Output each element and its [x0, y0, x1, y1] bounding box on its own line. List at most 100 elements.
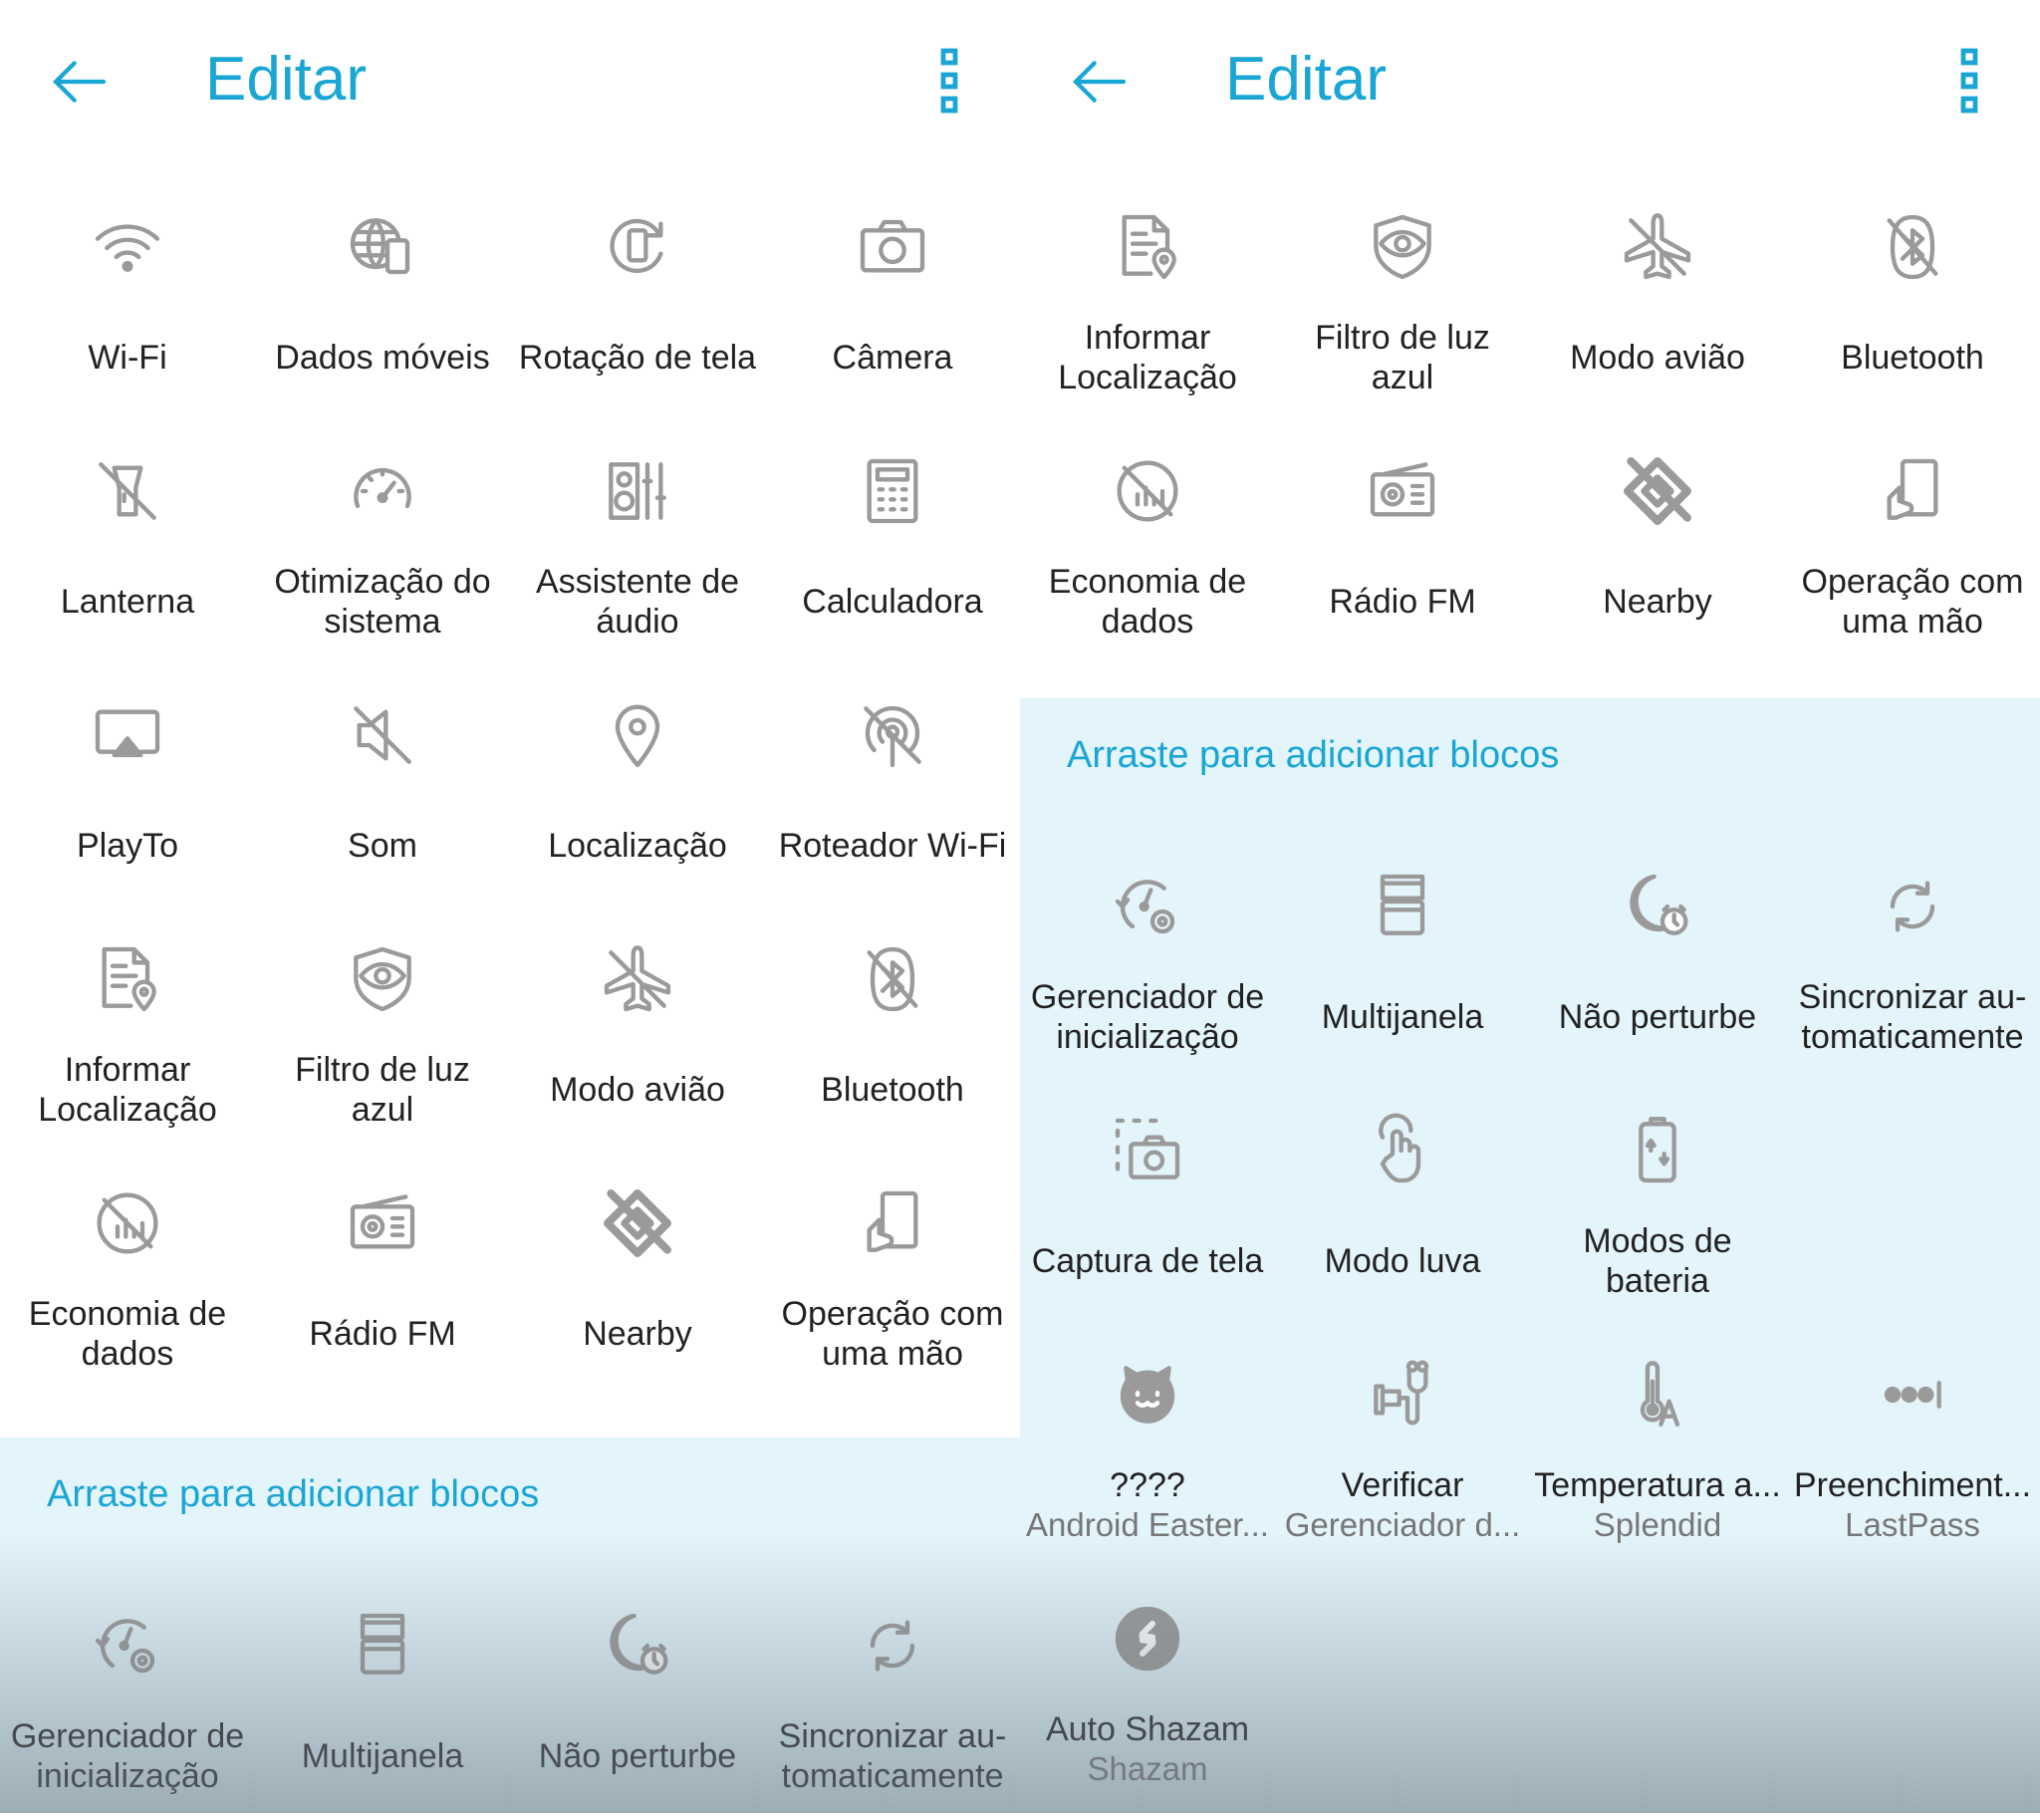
tile-flashlight-off[interactable]: Lanterna	[0, 421, 255, 665]
eye-shield-icon	[343, 939, 422, 1019]
tile-app-name: LastPass	[1845, 1505, 1980, 1543]
tile-glove[interactable]: Modo luva	[1275, 1081, 1530, 1325]
tile-label: Nearby	[583, 1314, 692, 1353]
tile-label: Otimização do sistema	[274, 562, 491, 641]
tile-cast[interactable]: PlayTo	[0, 665, 255, 910]
tile-speedometer[interactable]: Otimização do sistema	[255, 421, 510, 665]
tile-one-hand[interactable]: Operação com uma mão	[765, 1154, 1020, 1398]
tile-label-block: Economia de dados	[0, 1281, 255, 1386]
tile-report-location[interactable]: Informar Localização	[1020, 177, 1275, 421]
tile-thermometer[interactable]: Temperatura a... Splendid	[1530, 1325, 1785, 1569]
multiwindow-icon	[343, 1606, 422, 1686]
tile-cat[interactable]: ???? Android Easter...	[1020, 1325, 1275, 1569]
tile-stethoscope[interactable]: Verificar Gerenciador d...	[1275, 1325, 1530, 1569]
arrow-left-icon[interactable]	[48, 50, 112, 114]
tile-label-block: Operação com uma mão	[1785, 549, 2040, 653]
sync-icon	[853, 1606, 932, 1686]
active-tiles-grid: Informar Localização Filtro de luz azul Mo…	[1020, 177, 2040, 665]
tile-label: ????	[1110, 1465, 1185, 1504]
tile-sync[interactable]: Sincronizar au- tomaticamente	[1785, 837, 2040, 1081]
tile-screenshot[interactable]: Captura de tela	[1020, 1081, 1275, 1325]
tile-nearby[interactable]: Nearby	[510, 1154, 765, 1398]
tile-startup[interactable]: Gerenciador de inicialização	[1020, 837, 1275, 1081]
more-vert-icon[interactable]	[1951, 48, 1987, 114]
tile-label-block: Economia de dados	[1020, 549, 1275, 653]
tile-bluetooth-off[interactable]: Bluetooth	[765, 910, 1020, 1154]
tile-label: Multijanela	[1321, 997, 1484, 1036]
tile-eye-shield[interactable]: Filtro de luz azul	[1275, 177, 1530, 421]
more-vert-icon[interactable]	[931, 48, 967, 114]
tile-label-block: Localização	[510, 793, 765, 898]
tile-data-saver[interactable]: Economia de dados	[0, 1154, 255, 1398]
page-title: Editar	[205, 45, 367, 114]
drag-to-add-area: Arraste para adicionar blocos Gerenciado…	[0, 1437, 1020, 1813]
tile-report-location[interactable]: Informar Localização	[0, 910, 255, 1154]
tile-label-block: Calculadora	[765, 549, 1020, 653]
tile-multiwindow[interactable]: Multijanela	[1275, 837, 1530, 1081]
tile-label-block: Som	[255, 793, 510, 898]
tile-label: Modo luva	[1324, 1241, 1481, 1280]
tile-sync[interactable]: Sincronizar au- tomaticamente	[765, 1576, 1020, 1820]
tile-label: Dados móveis	[275, 338, 490, 377]
tile-app-name: Android Easter...	[1026, 1505, 1269, 1543]
tile-label-block: Modo avião	[1530, 305, 1785, 409]
tile-label: Rádio FM	[1329, 582, 1476, 621]
tile-airplane[interactable]: Modo avião	[1530, 177, 1785, 421]
tile-moon-alarm[interactable]: Não perturbe	[1530, 837, 1785, 1081]
tile-label-block: Câmera	[765, 305, 1020, 409]
available-tiles-grid: Gerenciador de inicialização Multijanela N…	[0, 1576, 1020, 1820]
tile-nearby[interactable]: Nearby	[1530, 421, 1785, 665]
tile-lastpass[interactable]: Preenchiment... LastPass	[1785, 1325, 2040, 1569]
drag-to-add-area: Arraste para adicionar blocos Gerenciado…	[1020, 698, 2040, 1813]
flashlight-off-icon	[88, 451, 167, 531]
tile-radio[interactable]: Rádio FM	[1275, 421, 1530, 665]
tile-audio[interactable]: Assistente de áudio	[510, 421, 765, 665]
tile-location[interactable]: Localização	[510, 665, 765, 910]
tile-label: Informar Localização	[38, 1050, 217, 1129]
tile-sound-off[interactable]: Som	[255, 665, 510, 910]
available-tiles-grid: Gerenciador de inicialização Multijanela N…	[1020, 837, 2040, 1813]
tile-wifi[interactable]: Wi-Fi	[0, 177, 255, 421]
tile-radio[interactable]: Rádio FM	[255, 1154, 510, 1398]
tile-label: Lanterna	[60, 582, 195, 621]
tile-label: Economia de dados	[1048, 562, 1247, 641]
moon-alarm-icon	[598, 1606, 677, 1686]
thermometer-icon	[1618, 1355, 1697, 1434]
tile-calculator[interactable]: Calculadora	[765, 421, 1020, 665]
tile-multiwindow[interactable]: Multijanela	[255, 1576, 510, 1820]
tile-label-block: Nearby	[1530, 549, 1785, 653]
tile-one-hand[interactable]: Operação com uma mão	[1785, 421, 2040, 665]
tile-startup[interactable]: Gerenciador de inicialização	[0, 1576, 255, 1820]
tile-label: Modo avião	[550, 1070, 725, 1109]
tile-airplane[interactable]: Modo avião	[510, 910, 765, 1154]
tile-label: Operação com uma mão	[1801, 562, 2024, 641]
tile-camera[interactable]: Câmera	[765, 177, 1020, 421]
tile-rotate[interactable]: Rotação de tela	[510, 177, 765, 421]
tile-shazam[interactable]: Auto Shazam Shazam	[1020, 1569, 1275, 1813]
tile-label-block: Sincronizar au- tomaticamente	[1785, 964, 2040, 1069]
cat-icon	[1108, 1355, 1187, 1434]
tile-label-block: Modo avião	[510, 1037, 765, 1142]
tile-data-saver[interactable]: Economia de dados	[1020, 421, 1275, 665]
arrow-left-icon[interactable]	[1068, 50, 1132, 114]
tile-label: Rotação de tela	[518, 338, 757, 377]
tile-hotspot-off[interactable]: Roteador Wi-Fi	[765, 665, 1020, 910]
tile-label-block: Verificar Gerenciador d...	[1275, 1452, 1530, 1557]
tile-label-block: Filtro de luz azul	[1275, 305, 1530, 409]
drag-header: Arraste para adicionar blocos	[1067, 734, 1560, 776]
tile-label: Gerenciador de inicialização	[10, 1716, 245, 1795]
tile-globe-phone[interactable]: Dados móveis	[255, 177, 510, 421]
tile-label-block: Informar Localização	[0, 1037, 255, 1142]
tile-moon-alarm[interactable]: Não perturbe	[510, 1576, 765, 1820]
airplane-icon	[598, 939, 677, 1019]
tile-battery[interactable]: Modos de bateria	[1530, 1081, 1785, 1325]
tile-label: Economia de dados	[28, 1294, 227, 1373]
tile-eye-shield[interactable]: Filtro de luz azul	[255, 910, 510, 1154]
startup-icon	[88, 1606, 167, 1686]
tile-label-block: Bluetooth	[1785, 305, 2040, 409]
screenshot-icon	[1108, 1111, 1187, 1190]
camera-icon	[853, 207, 932, 287]
tile-label-block: Gerenciador de inicialização	[0, 1703, 255, 1808]
lastpass-icon	[1873, 1355, 1952, 1434]
tile-bluetooth-off[interactable]: Bluetooth	[1785, 177, 2040, 421]
